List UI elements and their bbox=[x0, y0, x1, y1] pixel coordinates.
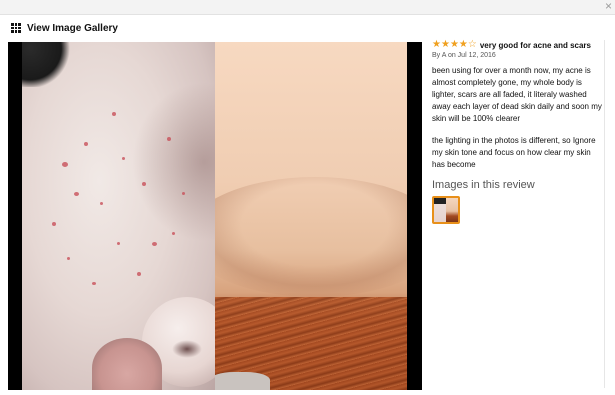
modal-top-bar: × bbox=[0, 0, 615, 15]
review-image-thumbnail[interactable] bbox=[432, 196, 460, 224]
close-icon[interactable]: × bbox=[605, 0, 612, 13]
review-body: been using for over a month now, my acne… bbox=[432, 65, 604, 171]
review-panel: ★ ★ ★ ★ ☆ very good for acne and scars B… bbox=[432, 40, 604, 224]
review-paragraph: the lighting in the photos is different,… bbox=[432, 136, 596, 169]
images-in-review-heading: Images in this review bbox=[432, 179, 535, 191]
star-filled-icon: ★ bbox=[432, 39, 441, 50]
star-filled-icon: ★ bbox=[440, 39, 450, 50]
gallery-label: View Image Gallery bbox=[27, 22, 118, 34]
star-filled-icon: ★ bbox=[449, 39, 459, 50]
grid-icon bbox=[11, 23, 21, 33]
star-filled-icon: ★ bbox=[458, 39, 468, 50]
before-photo bbox=[22, 42, 215, 390]
review-paragraph: been using for over a month now, my acne… bbox=[432, 66, 602, 123]
star-empty-icon: ☆ bbox=[467, 39, 477, 50]
review-scrollbar[interactable] bbox=[604, 40, 613, 388]
review-byline: By A on Jul 12, 2016 bbox=[432, 52, 496, 59]
main-review-image bbox=[8, 42, 422, 390]
star-rating: ★ ★ ★ ★ ☆ bbox=[432, 40, 477, 50]
after-photo bbox=[215, 42, 407, 390]
review-title[interactable]: very good for acne and scars bbox=[480, 41, 591, 50]
view-image-gallery-link[interactable]: View Image Gallery bbox=[11, 22, 118, 34]
